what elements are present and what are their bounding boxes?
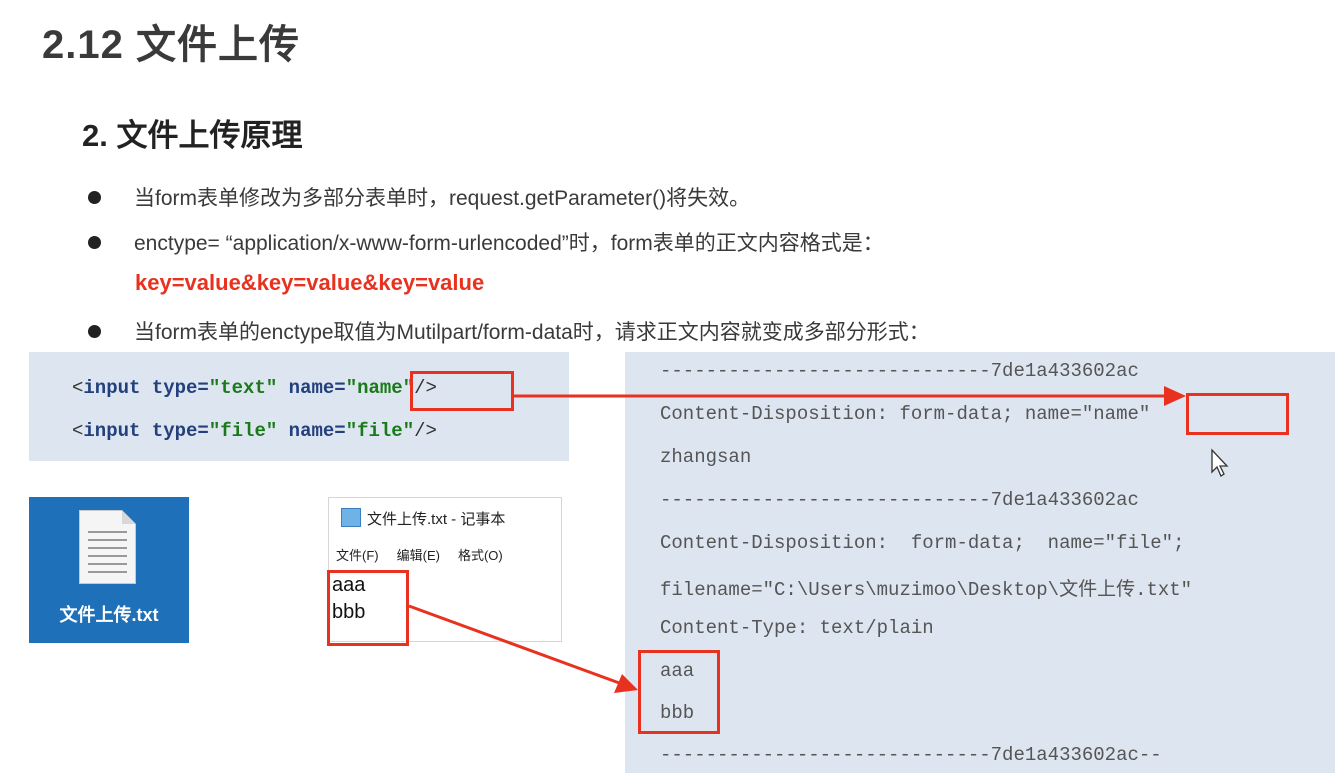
arrow-line-content bbox=[408, 604, 623, 686]
mouse-cursor-icon bbox=[1211, 448, 1229, 477]
annotation-arrows bbox=[408, 386, 1229, 693]
arrow-head-name bbox=[1164, 386, 1186, 406]
